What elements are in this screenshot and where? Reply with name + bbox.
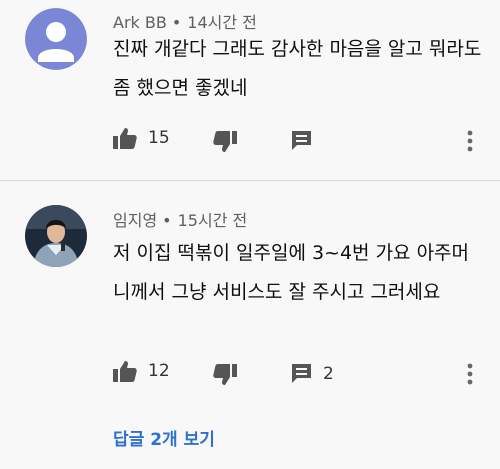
comment-item: 임지영 • 15시간 전 저 이집 떡볶이 일주일에 3~4번 가요 아주머니께서 … — [0, 181, 500, 469]
avatar[interactable] — [25, 8, 87, 70]
timestamp[interactable]: 15시간 전 — [178, 211, 248, 230]
default-person-avatar-icon — [25, 8, 87, 70]
comment-item: Ark BB • 14시간 전 진짜 개같다 그래도 감사한 마음을 알고 뭐라도 … — [0, 0, 500, 180]
comment-meta: 임지영 • 15시간 전 — [113, 207, 247, 231]
like-button[interactable]: 15 — [113, 127, 170, 149]
more-vert-icon — [467, 363, 473, 385]
comment-actions: 12 2 — [0, 360, 500, 390]
like-button[interactable]: 12 — [113, 360, 170, 382]
thumbs-up-icon — [113, 361, 137, 382]
author-name[interactable]: 임지영 — [113, 211, 157, 230]
reply-comment-icon — [292, 364, 311, 383]
comment-actions: 15 — [0, 127, 500, 157]
meta-separator: • — [162, 211, 172, 230]
like-count: 15 — [148, 128, 170, 148]
more-options-button[interactable] — [467, 130, 473, 152]
dislike-button[interactable] — [213, 364, 237, 386]
more-options-button[interactable] — [467, 363, 473, 385]
avatar[interactable] — [25, 205, 87, 267]
like-count: 12 — [148, 361, 170, 381]
reply-comment-icon — [292, 131, 311, 150]
thumbs-up-icon — [113, 128, 137, 149]
reply-count: 2 — [323, 363, 334, 384]
reply-button[interactable]: 2 — [291, 363, 334, 384]
thumbs-down-icon — [213, 131, 237, 152]
thumbs-down-icon — [213, 364, 237, 385]
comment-text: 진짜 개같다 그래도 감사한 마음을 알고 뭐라도 좀 했으면 좋겠네 — [113, 38, 482, 99]
comment-text: 저 이집 떡볶이 일주일에 3~4번 가요 아주머니께서 그냥 서비스도 잘 주… — [113, 242, 470, 303]
view-replies-link[interactable]: 답글 2개 보기 — [113, 425, 215, 450]
more-vert-icon — [467, 130, 473, 152]
reply-button[interactable] — [291, 130, 312, 151]
user-photo-avatar-icon — [25, 205, 87, 267]
dislike-button[interactable] — [213, 131, 237, 153]
